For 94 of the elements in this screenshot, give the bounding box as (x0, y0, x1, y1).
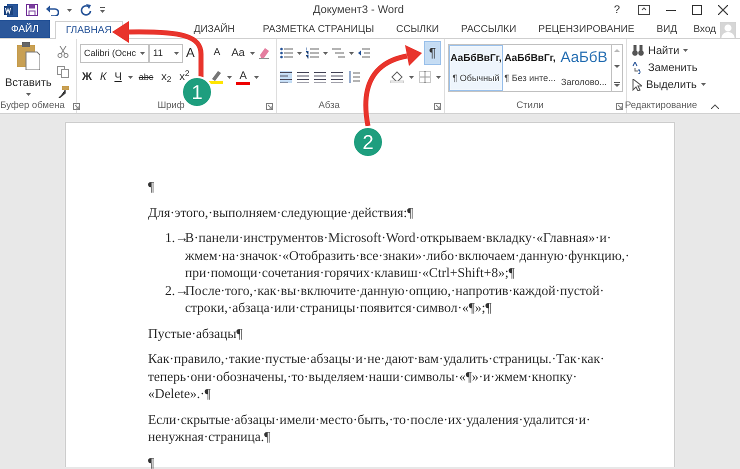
window-title: Документ3 - Word (312, 2, 405, 18)
binoculars-icon (632, 45, 644, 56)
group-label: Абза (318, 98, 340, 113)
find-button[interactable]: Найти (630, 42, 714, 59)
font-color-button[interactable]: А (236, 70, 250, 84)
group-label: Буфер обмена (0, 98, 65, 113)
ribbon-tab[interactable]: ВИД (645, 20, 688, 38)
caret-icon[interactable] (227, 76, 232, 78)
style-item[interactable]: АаБбВвГг, ¶ Без инте... (503, 45, 557, 91)
eraser-icon[interactable] (258, 47, 270, 59)
file-tab[interactable]: ФАЙЛ (0, 20, 50, 38)
strikethrough-button[interactable]: abc (136, 69, 156, 85)
style-item[interactable]: АаБбВвГг, ¶ Обычный (449, 45, 503, 91)
bold-button[interactable]: Ж (80, 69, 94, 85)
paragraph-text: ¶ (148, 454, 156, 469)
cursor-icon (632, 78, 642, 90)
redo-icon[interactable] (80, 4, 92, 16)
multilevel-list-icon[interactable] (332, 47, 345, 59)
caret-icon[interactable] (700, 83, 706, 86)
caret-icon[interactable] (349, 52, 354, 54)
caret-icon[interactable] (140, 52, 145, 54)
maximize-icon[interactable] (692, 5, 702, 15)
word-logo-icon (4, 4, 18, 16)
decrease-indent-icon[interactable] (358, 47, 370, 59)
expand-gallery-icon[interactable] (614, 82, 620, 88)
dialog-launcher-icon[interactable] (616, 102, 623, 110)
underline-button[interactable]: Ч (112, 69, 124, 85)
italic-button[interactable]: К (98, 69, 108, 85)
caret-icon[interactable] (67, 8, 72, 12)
shrink-font-button[interactable]: A (212, 45, 222, 61)
list-number: 2.→ (165, 282, 185, 298)
scissors-icon[interactable] (56, 46, 69, 58)
save-icon[interactable] (26, 4, 38, 16)
paragraph-text: Для·этого,·выполняем·следующие·действия:¶ (148, 204, 414, 221)
style-item[interactable]: АаБбВ Заголово... (557, 45, 611, 91)
dialog-launcher-icon[interactable] (72, 102, 80, 110)
list-item-text: После·того,·как·вы·включите·данную·опцию,·напротив·каждой·пустой· строки,·абзаца·или·страницы·появится·символ·«¶»;¶ (185, 282, 604, 316)
paste-button[interactable]: Вставить (3, 42, 54, 99)
ribbon-tab[interactable]: ДИЗАЙН (182, 20, 246, 38)
list-item-text: В·панели·инструментов·Microsoft·Word·открываем·вкладку·«Главная»·и· жмем·на·значок·«Отобразить·все·знаки»·либо·включаем·данную·функцию,· при·помощи·сочетания·горячих·клавиш·«Ctrl+Shift+8»;¶ (185, 229, 630, 282)
change-case-button[interactable]: Aa (229, 45, 247, 61)
show-marks-button[interactable]: ¶ (424, 41, 441, 65)
font-size-field[interactable]: 11 (148, 44, 183, 62)
subscript-button[interactable]: x$_{2}$ (159, 69, 174, 85)
format-painter-icon[interactable] (56, 86, 69, 98)
collapse-ribbon-icon[interactable] (711, 104, 720, 108)
caret-icon[interactable] (409, 76, 414, 78)
ribbon-tab[interactable]: РАЗМЕТКА СТРАНИЦЫ (252, 20, 386, 38)
ribbon-tab[interactable]: ССЫЛКИ (385, 20, 450, 38)
paragraph-text: Как·правило,·такие·пустые·абзацы·и·не·дают·вам·удалить·страницы.·Так·как· теперь·они·обозначены,·то·выделяем·наши·символы·«¶»·и·жмем·кнопку· «Delete».·¶ (148, 350, 606, 402)
copy-icon[interactable] (56, 66, 69, 78)
caret-icon[interactable] (297, 52, 302, 54)
paragraph-text: ¶ (148, 178, 156, 196)
ribbon-tab[interactable]: РАССЫЛКИ (450, 20, 528, 38)
step-badge: 2 (352, 126, 384, 158)
sign-in-link[interactable]: Вход (693, 22, 716, 38)
grow-font-button[interactable]: A (184, 45, 197, 61)
paragraph-text: Пустые·абзацы¶ (148, 324, 244, 342)
help-button[interactable]: ? (612, 2, 622, 18)
group-label: Стили (516, 98, 544, 113)
group-label: Редактирование (624, 98, 698, 113)
caret-icon[interactable] (683, 49, 688, 52)
font-name-field[interactable]: Calibri (Оснс (80, 44, 149, 62)
highlighter-icon[interactable] (209, 70, 224, 84)
caret-icon[interactable] (436, 76, 441, 78)
caret-icon[interactable] (250, 52, 255, 54)
ribbon-tab[interactable]: ГЛАВНАЯ (54, 21, 123, 39)
borders-icon[interactable] (419, 71, 431, 83)
clipboard-icon (16, 42, 40, 70)
justify-icon[interactable] (331, 71, 343, 83)
paragraph-text: Если·скрытые·абзацы·имели·место·быть,·то·после·их·удаления·удалится·и· ненужная·страница.¶ (148, 410, 592, 446)
numbered-list-icon[interactable] (306, 47, 319, 59)
caret-icon[interactable] (323, 52, 328, 54)
caret-icon[interactable] (174, 52, 179, 54)
align-right-icon[interactable] (314, 71, 326, 83)
close-icon[interactable] (718, 5, 728, 15)
caret-icon[interactable] (26, 93, 31, 96)
list-number: 1.→ (165, 229, 185, 247)
dialog-launcher-icon[interactable] (434, 102, 441, 110)
select-button[interactable]: Выделить (630, 76, 714, 93)
line-spacing-icon[interactable] (348, 71, 360, 83)
ribbon-display-icon[interactable] (638, 5, 650, 15)
align-center-icon[interactable] (297, 71, 309, 83)
shading-icon[interactable] (390, 71, 404, 83)
undo-icon[interactable] (46, 4, 59, 16)
dialog-launcher-icon[interactable] (266, 102, 273, 110)
ribbon-tab[interactable]: РЕЦЕНЗИРОВАНИЕ (527, 20, 646, 38)
customize-menu-icon[interactable] (100, 7, 105, 13)
bullet-list-icon[interactable] (280, 47, 293, 59)
caret-icon[interactable] (128, 76, 133, 78)
align-left-icon[interactable] (280, 71, 292, 83)
replace-button[interactable]: Заменить (630, 59, 714, 76)
caret-icon[interactable] (254, 76, 259, 78)
scroll-down-icon[interactable] (614, 65, 620, 69)
